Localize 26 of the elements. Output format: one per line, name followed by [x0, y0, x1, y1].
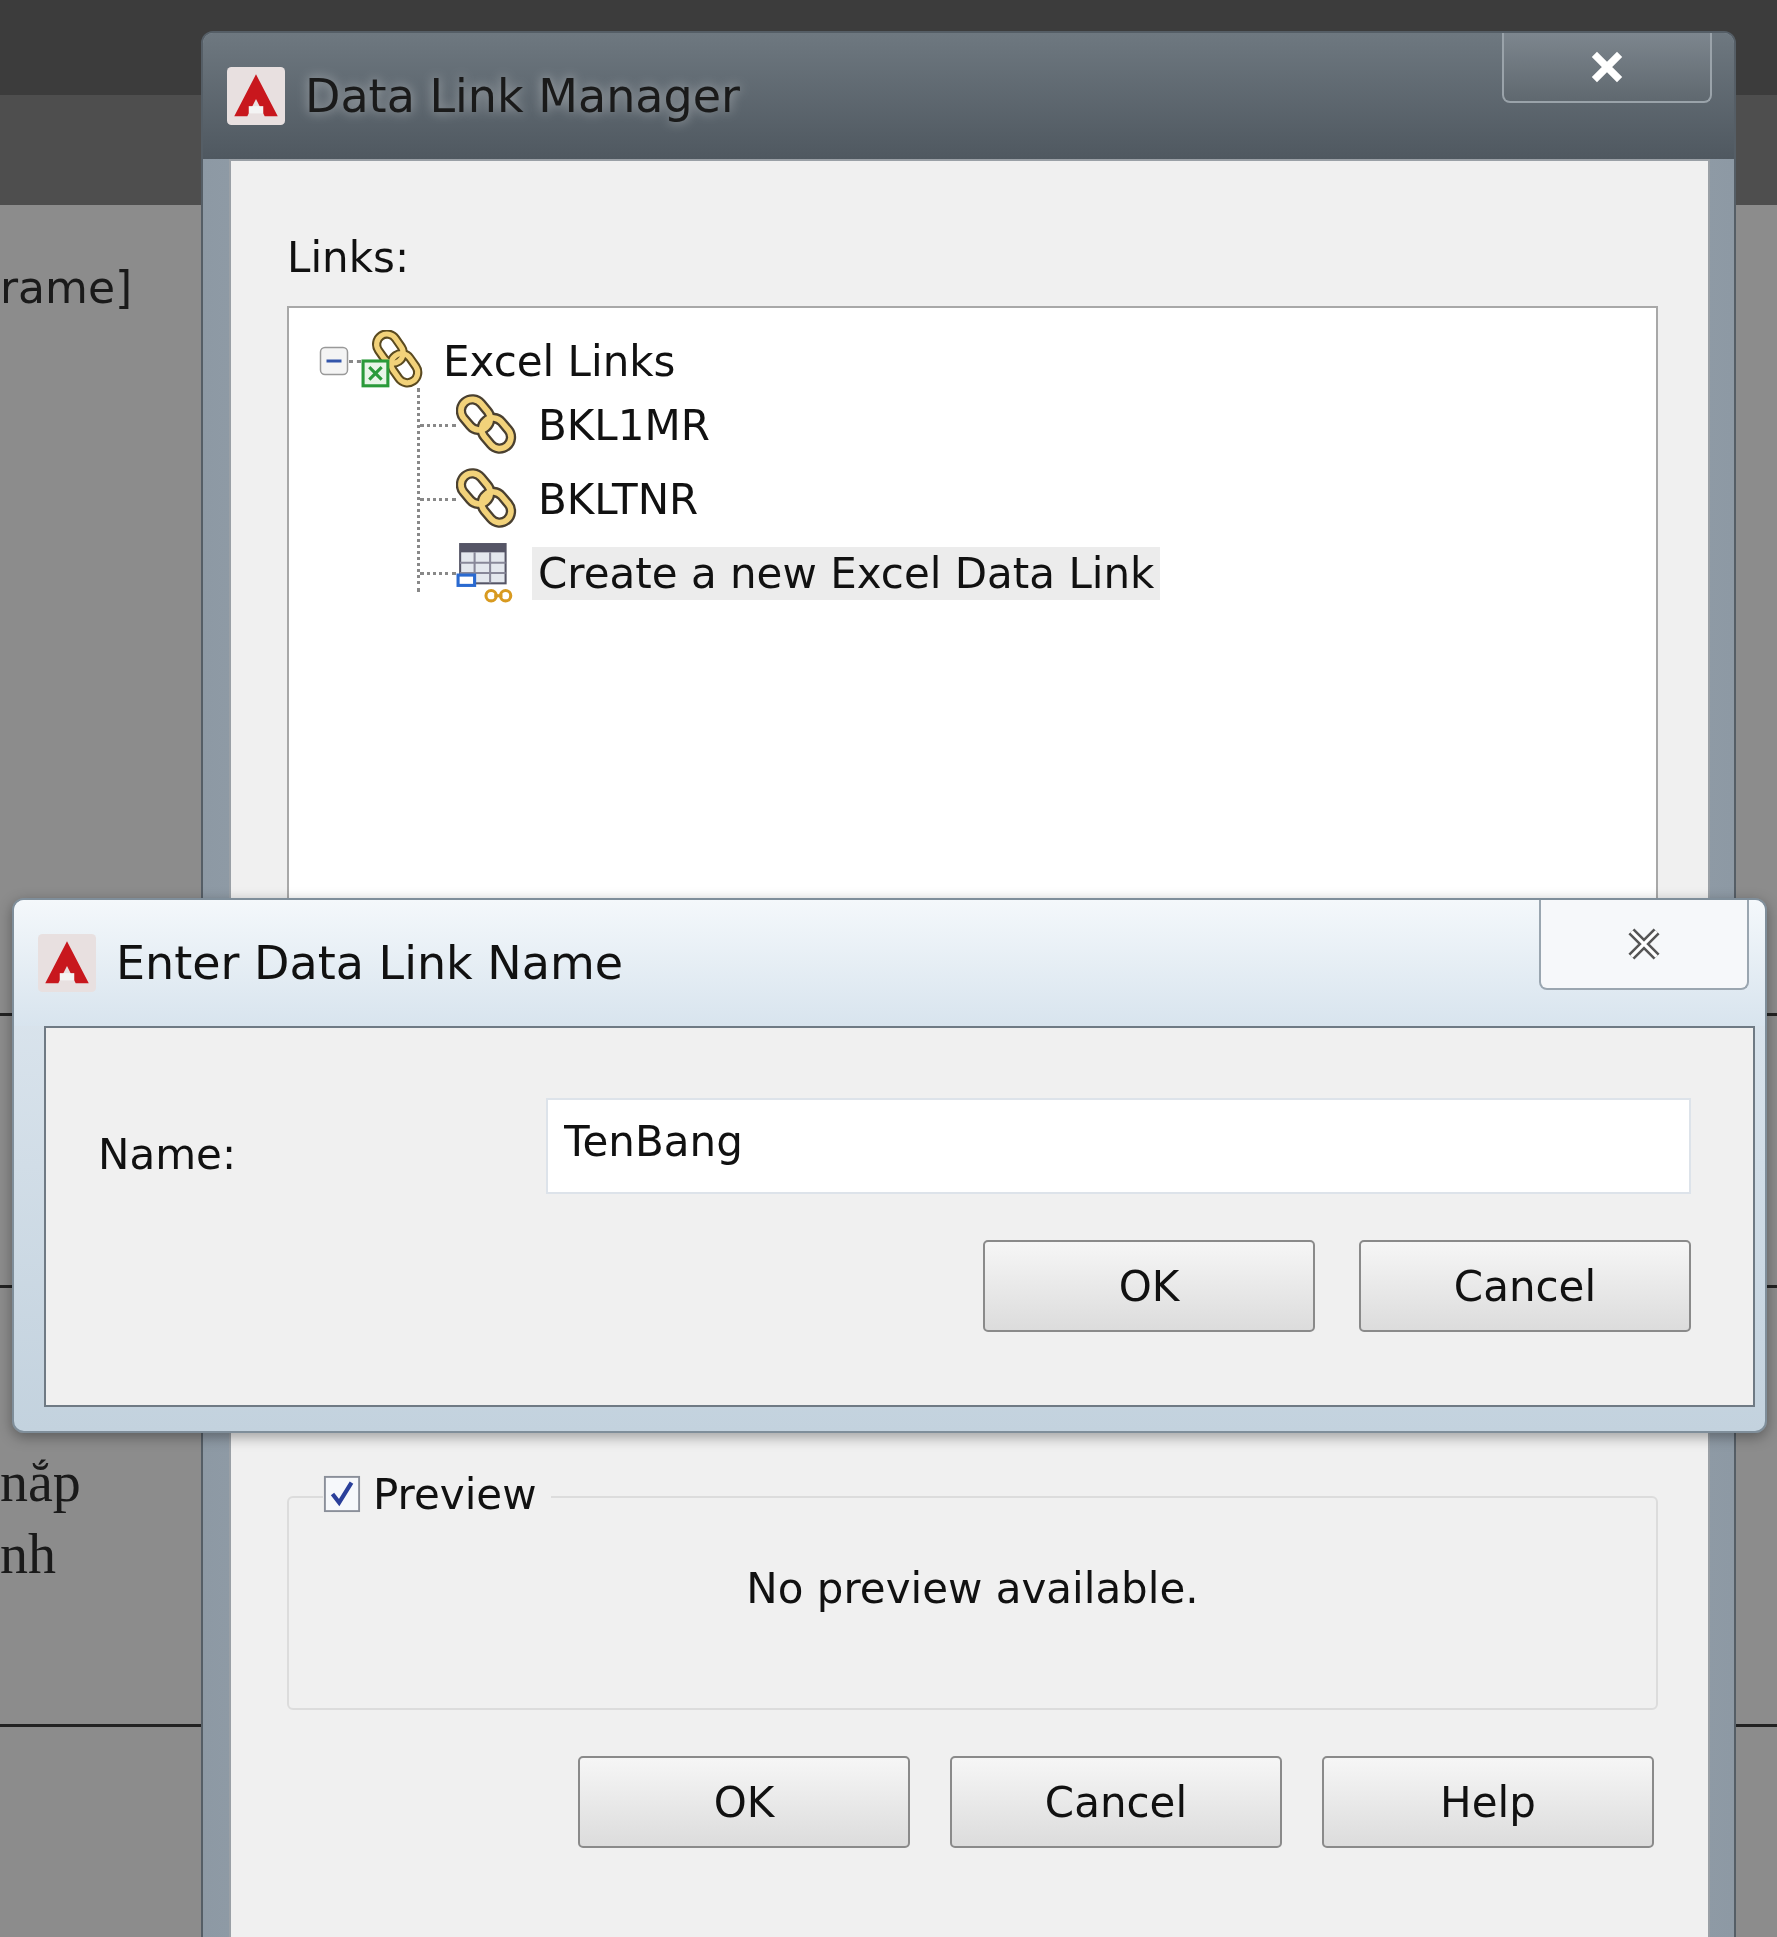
tree-item[interactable]: BKLTNR	[532, 472, 705, 526]
dialog-button[interactable]: Cancel	[950, 1756, 1282, 1848]
triangle-logo-icon	[38, 934, 96, 992]
window-title: Data Link Manager	[305, 69, 740, 123]
name-label: Name:	[98, 1128, 238, 1179]
collapse-icon[interactable]	[319, 346, 349, 376]
dialog-button[interactable]: OK	[983, 1240, 1315, 1332]
close-button[interactable]	[1502, 33, 1712, 103]
chain-link-icon	[456, 394, 518, 456]
document-text: nắp	[0, 1450, 81, 1514]
dialog-button[interactable]: Help	[1322, 1756, 1654, 1848]
document-text: rame]	[0, 262, 133, 313]
document-text: nh	[0, 1522, 56, 1586]
tree-item[interactable]: Excel Links	[437, 334, 682, 388]
name-field[interactable]: TenBang	[546, 1098, 1691, 1194]
dialog-button[interactable]: Cancel	[1359, 1240, 1691, 1332]
dialog-title: Enter Data Link Name	[116, 936, 624, 990]
triangle-logo-icon	[227, 67, 285, 125]
chain-link-icon	[456, 468, 518, 530]
dialog-button[interactable]: OK	[578, 1756, 910, 1848]
tree-item[interactable]: BKL1MR	[532, 398, 716, 452]
preview-message: No preview available.	[746, 1564, 1199, 1613]
links-label: Links:	[287, 233, 410, 282]
preview-label: Preview	[373, 1469, 537, 1519]
tree-item[interactable]: Create a new Excel Data Link	[532, 546, 1161, 600]
preview-checkbox[interactable]	[323, 1475, 361, 1513]
